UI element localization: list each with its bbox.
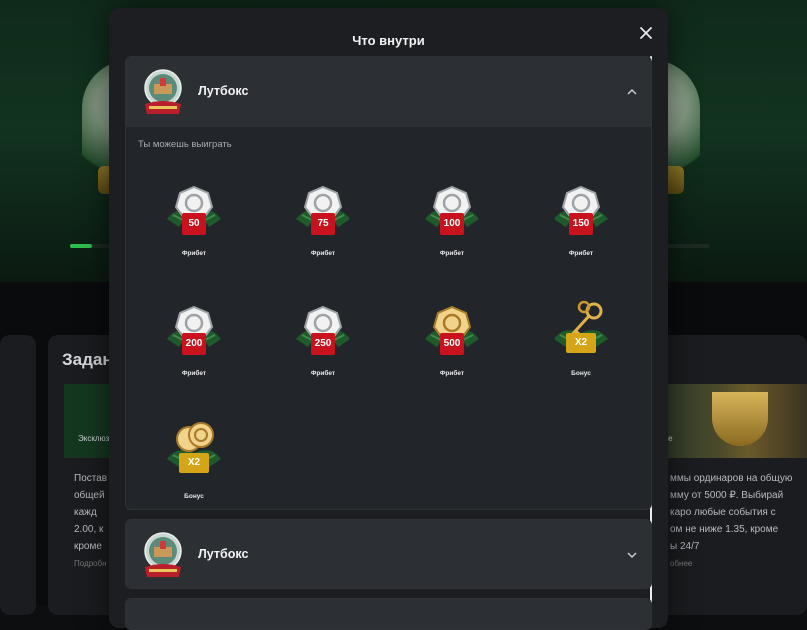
background-card bbox=[0, 335, 36, 615]
lootbox-section-header[interactable]: Лутбокс bbox=[126, 520, 651, 588]
prize-value: 250 bbox=[314, 338, 332, 349]
prize-value: 75 bbox=[317, 218, 329, 229]
prize-tile: 100 Фрибет bbox=[412, 175, 492, 275]
prize-label: Фрибет bbox=[310, 250, 336, 257]
prize-value: 200 bbox=[185, 338, 203, 349]
close-button[interactable] bbox=[637, 24, 655, 42]
trophy-image: ве bbox=[660, 384, 807, 458]
prize-value: 100 bbox=[443, 218, 461, 229]
prize-tile: 500 Фрибет bbox=[412, 295, 492, 395]
background-section-title: Задан bbox=[62, 350, 113, 369]
next-section-header[interactable] bbox=[125, 598, 652, 630]
chevron-up-icon[interactable] bbox=[626, 86, 638, 98]
prize-value: X2 bbox=[187, 457, 201, 468]
prize-tile: X2 Бонус bbox=[541, 295, 621, 395]
chevron-down-icon[interactable] bbox=[626, 549, 638, 561]
prize-label: Бонус bbox=[571, 370, 591, 377]
background-card-text: Постав общей кажд 2.00, к кроме Подробн bbox=[74, 473, 108, 568]
prize-tile: 75 Фрибет bbox=[283, 175, 363, 275]
prize-tile: X2 Бонус bbox=[154, 415, 234, 515]
background-card-text: ммы ординаров на общую мму от 5000 ₽. Вы… bbox=[670, 473, 793, 568]
prize-tile: 50 Фрибет bbox=[154, 175, 234, 275]
prize-label: Фрибет bbox=[310, 370, 336, 377]
lootbox-section-collapsed: Лутбокс bbox=[125, 519, 652, 589]
prize-value: 500 bbox=[443, 338, 461, 349]
prize-label: Фрибет bbox=[181, 370, 207, 377]
prize-value: 50 bbox=[188, 218, 200, 229]
modal-title: Что внутри bbox=[352, 33, 425, 48]
close-icon bbox=[640, 27, 652, 39]
prize-label: Фрибет bbox=[439, 370, 465, 377]
lootbox-contents-modal: Что внутри Лутбокс Ты можешь выиграть 50… bbox=[109, 8, 668, 630]
snow-globe-icon bbox=[144, 532, 182, 577]
prize-label: Фрибет bbox=[181, 250, 207, 257]
prize-tile: 200 Фрибет bbox=[154, 295, 234, 395]
prize-value: X2 bbox=[574, 337, 588, 348]
snow-globe-icon bbox=[144, 69, 182, 114]
section-title: Лутбокс bbox=[198, 547, 249, 561]
prize-label: Фрибет bbox=[568, 250, 594, 257]
section-title: Лутбокс bbox=[198, 84, 249, 98]
prize-label: Фрибет bbox=[439, 250, 465, 257]
prize-label: Бонус bbox=[184, 493, 204, 500]
lootbox-section-expanded: Лутбокс Ты можешь выиграть 50 Фрибет 75 Фри… bbox=[125, 56, 652, 510]
you-can-win-label: Ты можешь выиграть bbox=[138, 139, 232, 150]
lootbox-section-header[interactable]: Лутбокс bbox=[126, 57, 651, 127]
prize-tile: 250 Фрибет bbox=[283, 295, 363, 395]
prize-tile: 150 Фрибет bbox=[541, 175, 621, 275]
prize-value: 150 bbox=[572, 218, 590, 229]
